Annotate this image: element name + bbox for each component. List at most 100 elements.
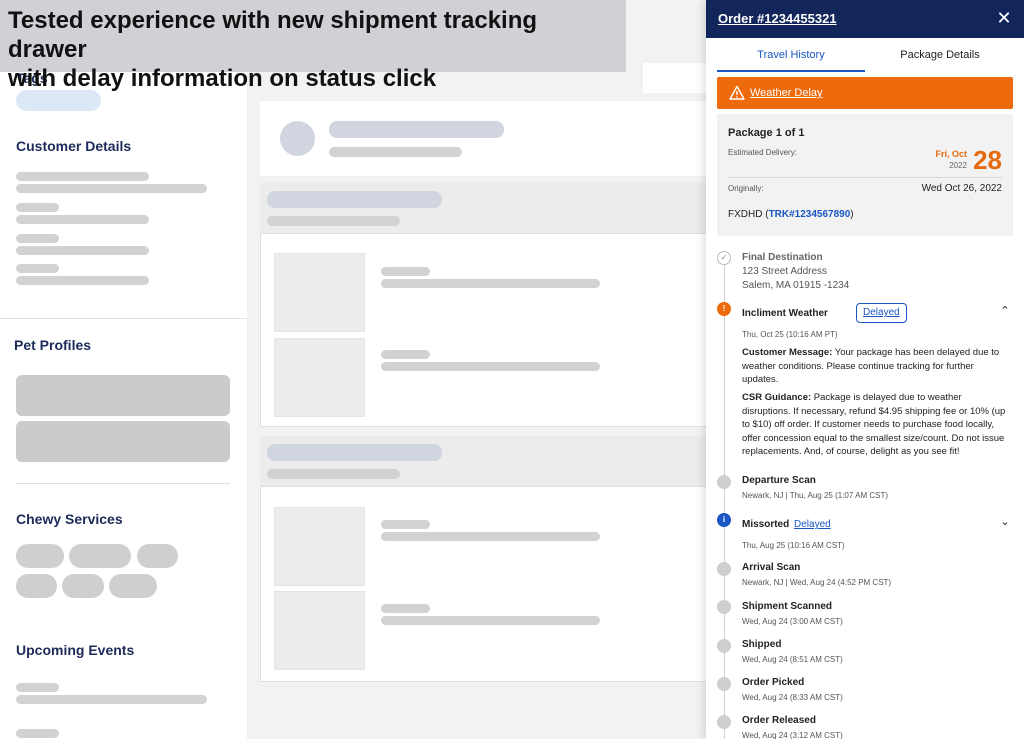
estimated-delivery-label: Estimated Delivery: <box>728 148 797 157</box>
skeleton-line <box>267 216 400 226</box>
skeleton-line <box>381 532 600 541</box>
caption-line-1: Tested experience with new shipment trac… <box>8 7 538 63</box>
estimated-delivery-year: 2022 <box>949 161 967 170</box>
customer-message-label: Customer Message: <box>742 347 833 358</box>
event-title-arrival-scan: Arrival Scan <box>742 562 801 573</box>
csr-guidance: CSR Guidance: Package is delayed due to … <box>742 391 1007 459</box>
profile-header-card <box>260 101 707 176</box>
customer-details-title: Customer Details <box>16 138 132 154</box>
skeleton-card <box>643 63 707 93</box>
service-pill[interactable] <box>109 574 157 598</box>
skeleton-line <box>267 191 442 208</box>
event-title-shipped: Shipped <box>742 639 782 650</box>
event-title-departure-scan: Departure Scan <box>742 475 816 486</box>
skeleton-line <box>16 729 59 738</box>
info-icon: i <box>717 513 731 527</box>
skeleton-line <box>16 234 59 243</box>
tracking-number-link[interactable]: TRK#1234567890 <box>769 209 851 220</box>
caption-banner: Tested experience with new shipment trac… <box>0 0 626 92</box>
skeleton-line <box>16 695 207 704</box>
service-pill[interactable] <box>16 574 57 598</box>
drawer-tabs: Travel History Package Details <box>706 38 1024 72</box>
event-title-shipment-scanned: Shipment Scanned <box>742 601 833 612</box>
section-divider <box>16 483 230 484</box>
shipment-tracking-drawer: Order #1234455321 ✕ Travel History Packa… <box>706 0 1024 739</box>
skeleton-line <box>16 276 149 285</box>
skeleton-line <box>16 264 59 273</box>
delayed-link[interactable]: Delayed <box>794 519 831 530</box>
service-pill[interactable] <box>62 574 104 598</box>
upcoming-events-title: Upcoming Events <box>16 642 135 658</box>
timeline-dot <box>717 677 731 691</box>
skeleton-line <box>267 469 400 479</box>
event-title-order-picked: Order Picked <box>742 677 805 688</box>
carrier-suffix: ) <box>850 209 854 220</box>
customer-message: Customer Message: Your package has been … <box>742 346 1007 387</box>
delayed-badge-button[interactable]: Delayed <box>856 303 907 323</box>
item-thumbnail <box>274 253 365 332</box>
event-title-incliment-weather: Incliment Weather <box>742 308 828 319</box>
csr-guidance-label: CSR Guidance: <box>742 392 812 403</box>
skeleton-line <box>16 172 149 181</box>
customer-sidebar: Tags Customer Details Pet Profiles Chewy… <box>0 0 247 739</box>
timeline-dot <box>717 475 731 489</box>
close-icon[interactable]: ✕ <box>994 8 1014 28</box>
event-title-missorted: Missorted <box>742 519 790 530</box>
caption-line-2: with delay information on status click <box>8 65 437 92</box>
skeleton-line <box>381 350 430 359</box>
skeleton-line <box>16 184 207 193</box>
service-pill[interactable] <box>137 544 178 568</box>
skeleton-card-header <box>260 436 707 486</box>
drawer-header: Order #1234455321 ✕ <box>706 0 1024 38</box>
order-title-link[interactable]: Order #1234455321 <box>718 11 837 26</box>
event-detail: Wed, Aug 24 (3:00 AM CST) <box>742 617 843 626</box>
weather-delay-banner[interactable]: Weather Delay <box>717 77 1013 109</box>
carrier-prefix: FXDHD ( <box>728 209 769 220</box>
event-detail: Wed, Aug 24 (8:33 AM CST) <box>742 693 843 702</box>
pet-profile-card[interactable] <box>16 375 230 416</box>
check-icon: ✓ <box>717 251 731 265</box>
service-pill[interactable] <box>16 544 64 568</box>
weather-delay-link[interactable]: Weather Delay <box>750 87 823 99</box>
package-title: Package 1 of 1 <box>728 127 805 139</box>
event-detail: Newark, NJ | Wed, Aug 24 (4:52 PM CST) <box>742 578 892 587</box>
tab-package-details[interactable]: Package Details <box>866 38 1014 72</box>
timeline-dot <box>717 715 731 729</box>
skeleton-line <box>381 267 430 276</box>
skeleton-line <box>16 215 149 224</box>
pet-profile-card[interactable] <box>16 421 230 462</box>
chewy-services-title: Chewy Services <box>16 511 123 527</box>
service-pill[interactable] <box>69 544 131 568</box>
event-title-final-destination: Final Destination <box>742 252 823 263</box>
skeleton-line <box>329 121 504 138</box>
skeleton-line <box>16 246 149 255</box>
skeleton-card-header <box>260 183 707 233</box>
tab-travel-history[interactable]: Travel History <box>717 38 865 72</box>
pet-profiles-title: Pet Profiles <box>14 337 92 353</box>
main-content <box>247 0 707 739</box>
timeline-dot <box>717 639 731 653</box>
event-detail: Wed, Aug 24 (8:51 AM CST) <box>742 655 843 664</box>
tag-placeholder <box>16 90 101 111</box>
warning-triangle-icon <box>729 85 745 100</box>
event-detail: Wed, Aug 24 (3:12 AM CST) <box>742 731 843 739</box>
package-divider <box>728 177 1002 178</box>
skeleton-line <box>16 683 59 692</box>
warning-icon: ! <box>717 302 731 316</box>
chevron-down-icon[interactable]: ⌄ <box>998 515 1012 529</box>
event-title-order-released: Order Released <box>742 715 816 726</box>
section-divider <box>0 318 247 319</box>
final-address-line-1: 123 Street Address <box>742 266 828 277</box>
item-thumbnail <box>274 507 365 586</box>
skeleton-line <box>267 444 442 461</box>
skeleton-line <box>381 362 600 371</box>
final-address-line-2: Salem, MA 01915 -1234 <box>742 280 850 291</box>
item-thumbnail <box>274 591 365 670</box>
skeleton-line <box>381 520 430 529</box>
skeleton-line <box>16 203 59 212</box>
estimated-delivery-day: Fri, Oct <box>935 149 967 159</box>
chevron-up-icon[interactable]: ⌃ <box>998 304 1012 318</box>
skeleton-line <box>329 147 462 157</box>
original-date-label: Originally: <box>728 184 764 193</box>
event-time: Thu, Oct 25 (10:16 AM PT) <box>742 330 838 339</box>
